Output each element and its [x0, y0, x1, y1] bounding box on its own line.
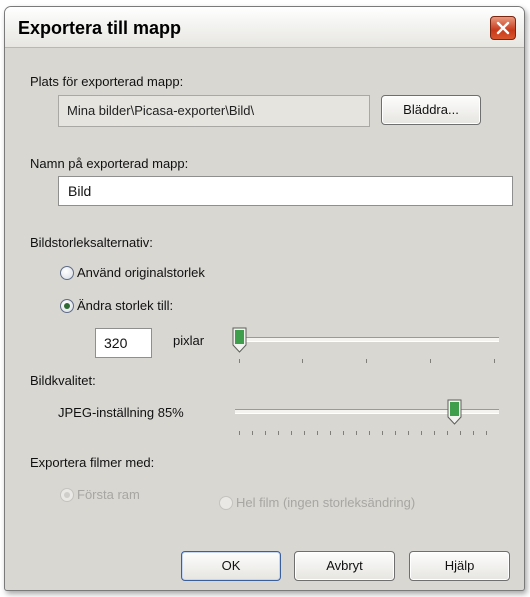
- cancel-button[interactable]: Avbryt: [294, 551, 395, 581]
- jpeg-setting-text: JPEG-inställning 85%: [58, 405, 184, 420]
- first-frame-radio[interactable]: [60, 488, 74, 502]
- resize-radio[interactable]: [60, 299, 74, 313]
- folder-name-input[interactable]: Bild: [58, 176, 513, 206]
- quality-slider-thumb[interactable]: [447, 399, 462, 428]
- export-dialog: Exportera till mapp Plats för exporterad…: [4, 6, 525, 591]
- close-icon: [496, 21, 510, 35]
- browse-button[interactable]: Bläddra...: [381, 95, 481, 125]
- original-size-label[interactable]: Använd originalstorlek: [77, 265, 205, 280]
- size-slider-track[interactable]: [235, 337, 499, 342]
- whole-film-radio[interactable]: [219, 496, 233, 510]
- resize-label[interactable]: Ändra storlek till:: [77, 298, 173, 313]
- quality-label: Bildkvalitet:: [30, 373, 96, 388]
- close-button[interactable]: [490, 16, 516, 40]
- size-value-input[interactable]: 320: [95, 328, 152, 358]
- export-path-field: Mina bilder\Picasa-exporter\Bild\: [58, 95, 370, 127]
- first-frame-label[interactable]: Första ram: [77, 487, 140, 502]
- whole-film-label[interactable]: Hel film (ingen storleksändring): [236, 495, 415, 510]
- dialog-title: Exportera till mapp: [18, 18, 182, 38]
- size-slider-thumb[interactable]: [232, 327, 247, 356]
- ok-button[interactable]: OK: [181, 551, 281, 581]
- folder-name-label: Namn på exporterad mapp:: [30, 156, 189, 171]
- first-frame-radio-selected-dot: [64, 492, 70, 498]
- resize-radio-selected-dot: [64, 303, 70, 309]
- location-label: Plats för exporterad mapp:: [30, 74, 184, 89]
- image-size-label: Bildstorleksalternativ:: [30, 235, 153, 250]
- size-unit-label: pixlar: [173, 333, 205, 348]
- movies-label: Exportera filmer med:: [30, 455, 155, 470]
- original-size-radio[interactable]: [60, 266, 74, 280]
- title-bar[interactable]: Exportera till mapp: [5, 7, 524, 48]
- help-button[interactable]: Hjälp: [409, 551, 510, 581]
